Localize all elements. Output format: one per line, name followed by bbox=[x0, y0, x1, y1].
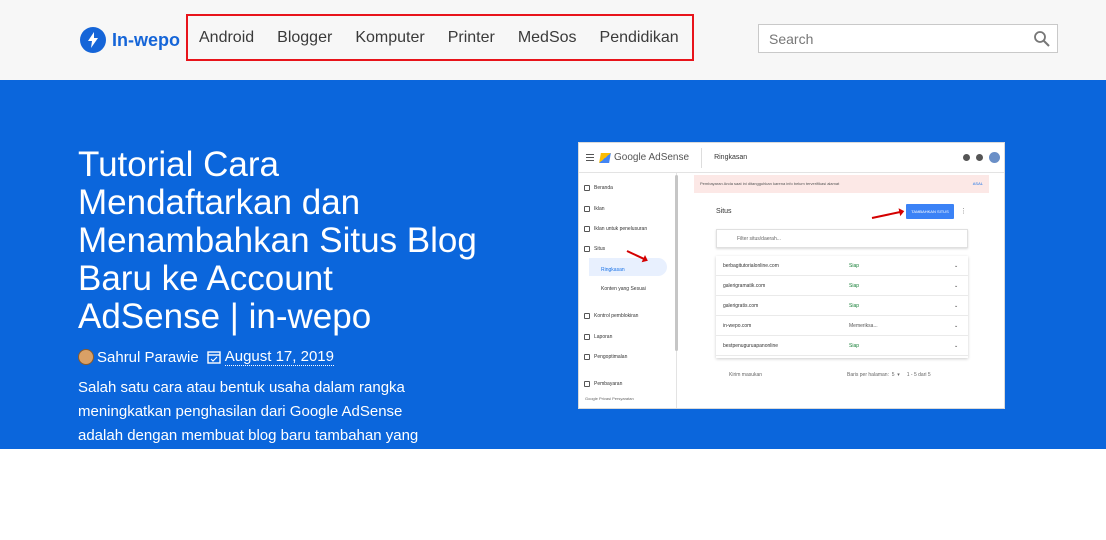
adsense-logo-icon bbox=[599, 152, 611, 163]
sidebar-item-iklan-penelusuran: Iklan untuk penelusuran bbox=[584, 226, 647, 232]
alert-text: Pembayaran Anda saat ini ditangguhkan ka… bbox=[700, 181, 840, 186]
sites-icon bbox=[584, 246, 590, 252]
chevron-down-icon: ⌄ bbox=[954, 323, 959, 329]
post-meta: Sahrul Parawie August 17, 2019 bbox=[78, 346, 334, 368]
site-status-cell: Siap bbox=[849, 303, 860, 309]
search-ads-icon bbox=[584, 226, 590, 232]
alert-link: ASAL bbox=[972, 181, 983, 186]
hero-section: Tutorial Cara Mendaftarkan dan Menambahk… bbox=[0, 80, 1106, 449]
hamburger-menu-icon bbox=[586, 154, 594, 161]
search-box bbox=[758, 24, 1058, 53]
table-footer: Kirim masukan Baris per halaman: 5 ▾ 1 -… bbox=[719, 372, 969, 382]
author-name[interactable]: Sahrul Parawie bbox=[97, 349, 199, 366]
site-name-cell: bestpenuguruapanonline bbox=[723, 343, 779, 349]
bell-icon bbox=[976, 154, 983, 161]
feedback-link: Kirim masukan bbox=[729, 372, 763, 378]
site-status-cell: Memeriksa... bbox=[849, 323, 878, 329]
site-name-cell: galerigratis.com bbox=[723, 303, 759, 309]
sidebar-label: Pengoptimalan bbox=[594, 354, 628, 360]
site-name: In-wepo bbox=[112, 29, 180, 50]
sidebar-scrollbar bbox=[675, 175, 678, 351]
chevron-down-icon: ⌄ bbox=[954, 283, 959, 289]
block-icon bbox=[584, 313, 590, 319]
site-name-cell: in-wepo.com bbox=[723, 323, 752, 329]
chevron-down-icon: ⌄ bbox=[954, 343, 959, 349]
table-row: berbagitutorialonline.com Siap ⌄ bbox=[716, 256, 968, 276]
topbar-divider bbox=[701, 147, 703, 168]
main-nav: Android Blogger Komputer Printer MedSos … bbox=[186, 14, 694, 61]
sidebar-label: Kontrol pemblokiran bbox=[594, 313, 639, 319]
post-excerpt: Salah satu cara atau bentuk usaha dalam … bbox=[78, 379, 419, 444]
site-name-cell: galerigramatik.com bbox=[723, 283, 766, 289]
chevron-down-icon: ⌄ bbox=[954, 303, 959, 309]
help-icon bbox=[963, 154, 970, 161]
sidebar-footer: Google Privasi Persyaratan bbox=[585, 396, 634, 401]
sidebar-label: Iklan untuk penelusuran bbox=[594, 226, 648, 232]
nav-item-medsos[interactable]: MedSos bbox=[518, 29, 577, 47]
nav-item-android[interactable]: Android bbox=[199, 29, 254, 47]
site-header: In-wepo Android Blogger Komputer Printer… bbox=[0, 0, 1106, 80]
post-date[interactable]: August 17, 2019 bbox=[224, 348, 334, 366]
site-status-cell: Siap bbox=[849, 343, 860, 349]
sidebar-label: Ringkasan bbox=[601, 267, 625, 273]
more-options-icon: ⋮ bbox=[960, 208, 967, 215]
sidebar-item-situs: Situs bbox=[584, 246, 605, 252]
section-title: Situs bbox=[716, 208, 732, 215]
optimize-icon bbox=[584, 354, 590, 360]
ads-icon bbox=[584, 206, 590, 212]
nav-item-pendidikan[interactable]: Pendidikan bbox=[600, 29, 679, 47]
sites-table: berbagitutorialonline.com Siap ⌄ galerig… bbox=[716, 256, 968, 358]
sidebar-label: Iklan bbox=[594, 206, 605, 212]
sidebar-label: Situs bbox=[594, 246, 606, 252]
table-row: bestpenuguruapanonline Siap ⌄ bbox=[716, 336, 968, 356]
table-row: galerigramatik.com Siap ⌄ bbox=[716, 276, 968, 296]
payment-icon bbox=[584, 381, 590, 387]
sidebar-item-ringkasan: Ringkasan bbox=[601, 267, 625, 273]
sidebar-item-pengoptimalan: Pengoptimalan bbox=[584, 354, 627, 360]
lightning-bolt-icon bbox=[80, 27, 106, 53]
sidebar-item-iklan: Iklan bbox=[584, 206, 605, 212]
site-status-cell: Siap bbox=[849, 283, 860, 289]
annotation-arrow bbox=[871, 210, 902, 219]
home-icon bbox=[584, 185, 590, 191]
site-status-cell: Siap bbox=[849, 263, 860, 269]
sidebar-item-beranda: Beranda bbox=[584, 185, 613, 191]
filter-input: Filter situs/daerah... bbox=[716, 229, 968, 248]
sidebar-label: Beranda bbox=[594, 185, 613, 191]
author-avatar bbox=[78, 349, 94, 365]
site-name-cell: berbagitutorialonline.com bbox=[723, 263, 779, 269]
sidebar-item-laporan: Laporan bbox=[584, 334, 612, 340]
user-avatar-icon bbox=[989, 152, 1000, 163]
sidebar-label: Pembayaran bbox=[594, 381, 623, 387]
sidebar-item-konten: Konten yang Sesuai bbox=[601, 286, 646, 292]
add-site-button: TAMBAHKAN SITUS bbox=[906, 204, 954, 219]
table-row: in-wepo.com Memeriksa... ⌄ bbox=[716, 316, 968, 336]
nav-item-blogger[interactable]: Blogger bbox=[277, 29, 332, 47]
adsense-sidebar: Beranda Iklan Iklan untuk penelusuran Si… bbox=[579, 173, 678, 408]
adsense-page-title: Ringkasan bbox=[714, 154, 748, 161]
alert-banner: Pembayaran Anda saat ini ditangguhkan ka… bbox=[694, 175, 989, 193]
post-thumbnail[interactable]: Google AdSense Ringkasan Beranda Iklan I… bbox=[578, 142, 1005, 409]
nav-item-komputer[interactable]: Komputer bbox=[355, 29, 424, 47]
pagination: Baris per halaman: 5 ▾ 1 - 5 dari 5 bbox=[847, 372, 931, 378]
search-input[interactable] bbox=[759, 25, 1027, 52]
sidebar-item-kontrol: Kontrol pemblokiran bbox=[584, 313, 638, 319]
chevron-down-icon: ⌄ bbox=[954, 263, 959, 269]
post-title[interactable]: Tutorial Cara Mendaftarkan dan Menambahk… bbox=[78, 146, 478, 336]
site-logo[interactable]: In-wepo bbox=[80, 26, 180, 54]
calendar-icon bbox=[207, 351, 221, 364]
adsense-brand: Google AdSense bbox=[614, 152, 690, 163]
sidebar-label: Laporan bbox=[594, 334, 613, 340]
table-row: galerigratis.com Siap ⌄ bbox=[716, 296, 968, 316]
report-icon bbox=[584, 334, 590, 340]
sidebar-item-pembayaran: Pembayaran bbox=[584, 381, 622, 387]
search-icon[interactable] bbox=[1033, 30, 1051, 48]
sidebar-label: Konten yang Sesuai bbox=[601, 286, 646, 292]
topbar-icons bbox=[957, 152, 1000, 163]
nav-item-printer[interactable]: Printer bbox=[448, 29, 495, 47]
adsense-topbar: Google AdSense Ringkasan bbox=[579, 143, 1004, 173]
